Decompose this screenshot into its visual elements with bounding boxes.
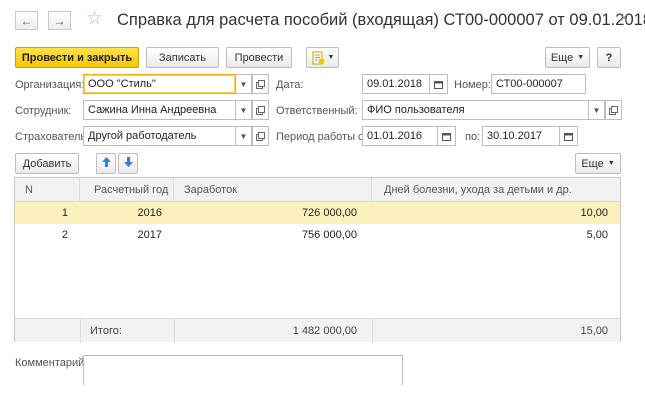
cell-year: 2016 xyxy=(137,207,162,219)
close-icon[interactable]: × xyxy=(619,10,628,28)
arrow-up-icon xyxy=(101,157,111,170)
column-header-n[interactable]: N xyxy=(15,178,80,202)
responsible-open-button[interactable] xyxy=(605,100,622,120)
footer-total-label: Итого: xyxy=(90,325,122,337)
organization-label: Организация: xyxy=(15,79,85,91)
calendar-icon xyxy=(564,132,573,141)
calendar-icon xyxy=(442,132,451,141)
document-create-icon xyxy=(311,51,325,65)
help-label: ? xyxy=(605,51,613,64)
period-to-label: по: xyxy=(465,131,481,143)
number-field[interactable]: СТ00-000007 xyxy=(491,74,586,94)
insurer-dropdown-button[interactable]: ▼ xyxy=(236,126,252,146)
period-from-calendar-button[interactable] xyxy=(438,126,456,146)
open-icon xyxy=(256,105,265,115)
chevron-down-icon: ▼ xyxy=(327,54,335,61)
post-and-close-label: Провести и закрыть xyxy=(21,51,133,64)
help-button[interactable]: ? xyxy=(597,47,621,68)
table-more-button[interactable]: Еще ▼ xyxy=(575,153,621,174)
post-and-close-button[interactable]: Провести и закрыть xyxy=(15,47,139,68)
table-row[interactable]: 1 2016 726 000,00 10,00 xyxy=(15,202,620,224)
post-button[interactable]: Провести xyxy=(226,47,292,68)
responsible-field[interactable]: ФИО пользователя xyxy=(362,100,589,120)
move-up-button[interactable] xyxy=(96,153,116,174)
star-icon[interactable]: ☆ xyxy=(86,9,103,28)
open-icon xyxy=(256,79,265,89)
table-more-label: Еще xyxy=(581,157,604,170)
comment-field[interactable] xyxy=(83,355,403,385)
cell-n: 1 xyxy=(61,207,68,219)
employee-field[interactable]: Сажина Инна Андреевна xyxy=(83,100,236,120)
earnings-table[interactable]: N Расчетный год Заработок Дней болезни, … xyxy=(14,177,621,343)
date-label: Дата: xyxy=(276,79,304,91)
create-based-button[interactable]: ▼ xyxy=(306,47,339,68)
chevron-down-icon: ▼ xyxy=(239,79,248,89)
back-button[interactable]: ← xyxy=(15,11,38,30)
chevron-down-icon: ▼ xyxy=(239,131,248,141)
organization-open-button[interactable] xyxy=(252,74,269,94)
post-label: Провести xyxy=(234,51,284,64)
insurer-label: Страхователь: xyxy=(15,131,90,143)
column-header-earnings[interactable]: Заработок xyxy=(174,178,372,202)
organization-dropdown-button[interactable]: ▼ xyxy=(236,74,252,94)
employee-dropdown-button[interactable]: ▼ xyxy=(236,100,252,120)
chevron-down-icon: ▼ xyxy=(239,105,248,115)
period-from-field[interactable]: 01.01.2016 xyxy=(362,126,438,146)
responsible-dropdown-button[interactable]: ▼ xyxy=(589,100,605,120)
add-row-button[interactable]: Добавить xyxy=(15,153,79,174)
table-header: N Расчетный год Заработок Дней болезни, … xyxy=(15,178,620,202)
cell-earnings: 726 000,00 xyxy=(301,207,357,219)
save-label: Записать xyxy=(158,51,206,64)
cell-earnings: 756 000,00 xyxy=(301,229,357,241)
period-to-calendar-button[interactable] xyxy=(560,126,578,146)
more-button[interactable]: Еще ▼ xyxy=(545,47,590,68)
cell-n: 2 xyxy=(61,229,68,241)
table-row[interactable]: 2 2017 756 000,00 5,00 xyxy=(15,224,620,246)
chevron-down-icon: ▼ xyxy=(607,160,615,167)
period-to-field[interactable]: 30.10.2017 xyxy=(482,126,560,146)
add-label: Добавить xyxy=(22,157,72,170)
date-calendar-button[interactable] xyxy=(430,74,448,94)
table-footer: Итого: 1 482 000,00 15,00 xyxy=(15,318,620,343)
cell-year: 2017 xyxy=(137,229,162,241)
number-label: Номер: xyxy=(454,79,491,91)
arrow-right-icon: → xyxy=(53,13,66,28)
comment-label: Комментарий: xyxy=(15,357,88,369)
column-header-year[interactable]: Расчетный год xyxy=(80,178,174,202)
organization-field[interactable]: ООО "Стиль" xyxy=(83,74,236,94)
insurer-field[interactable]: Другой работодатель xyxy=(83,126,236,146)
open-icon xyxy=(256,131,265,141)
insurer-open-button[interactable] xyxy=(252,126,269,146)
cell-days: 10,00 xyxy=(580,207,608,219)
employee-open-button[interactable] xyxy=(252,100,269,120)
employee-label: Сотрудник: xyxy=(15,105,72,117)
period-from-label: Период работы с: xyxy=(276,131,367,143)
date-field[interactable]: 09.01.2018 xyxy=(362,74,430,94)
footer-total-earnings: 1 482 000,00 xyxy=(292,325,357,337)
open-icon xyxy=(609,105,618,115)
chevron-down-icon: ▼ xyxy=(592,105,601,115)
column-header-days[interactable]: Дней болезни, ухода за детьми и др. xyxy=(372,178,620,202)
chevron-down-icon: ▼ xyxy=(577,54,585,61)
more-label: Еще xyxy=(550,51,574,64)
move-down-button[interactable] xyxy=(118,153,138,174)
forward-button[interactable]: → xyxy=(48,11,71,30)
page-title: Справка для расчета пособий (входящая) С… xyxy=(117,11,645,29)
cell-days: 5,00 xyxy=(586,229,608,241)
save-button[interactable]: Записать xyxy=(146,47,219,68)
arrow-left-icon: ← xyxy=(20,13,33,28)
arrow-down-icon xyxy=(123,157,133,170)
footer-total-days: 15,00 xyxy=(580,325,608,337)
responsible-label: Ответственный: xyxy=(276,105,358,117)
calendar-icon xyxy=(434,80,443,89)
